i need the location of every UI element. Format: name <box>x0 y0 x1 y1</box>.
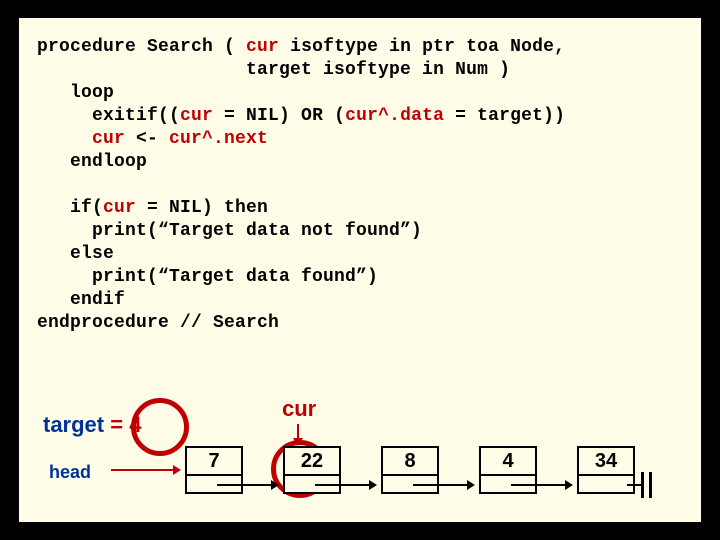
head-label: head <box>49 462 91 483</box>
code-line-5c: <- <box>125 129 169 149</box>
code-line-5a <box>37 129 92 149</box>
nil-terminator <box>641 472 655 496</box>
head-pointer-arrow <box>111 469 179 471</box>
code-token-cur-3: cur <box>92 129 125 149</box>
node-list: 7 22 8 4 34 <box>185 446 635 494</box>
code-line-8: print(“Target data not found”) <box>37 221 422 241</box>
code-line-12: endprocedure // Search <box>37 313 279 333</box>
code-token-cur-2: cur <box>180 106 213 126</box>
code-line-10: print(“Target data found”) <box>37 267 378 287</box>
code-token-cur-1: cur <box>246 37 279 57</box>
code-line-1c: isoftype in ptr toa Node, <box>279 37 565 57</box>
code-line-1a: procedure Search ( <box>37 37 246 57</box>
node-next <box>185 476 243 494</box>
code-line-6: endloop <box>37 152 147 172</box>
list-node: 34 <box>577 446 635 494</box>
list-node: 22 <box>283 446 341 494</box>
code-token-cur-4: cur <box>103 198 136 218</box>
node-data: 4 <box>479 446 537 476</box>
code-line-7c: = NIL) then <box>136 198 268 218</box>
next-arrow <box>511 484 571 486</box>
node-data: 34 <box>577 446 635 476</box>
linked-list-diagram: target = 4 cur head 7 22 8 4 <box>37 384 683 504</box>
code-line-2: target isoftype in Num ) <box>37 60 510 80</box>
node-data: 8 <box>381 446 439 476</box>
target-word: target <box>43 412 104 437</box>
target-value: = 4 <box>104 412 141 437</box>
code-line-9: else <box>37 244 114 264</box>
next-arrow <box>315 484 375 486</box>
cur-label: cur <box>282 396 316 422</box>
slide-frame: procedure Search ( cur isoftype in ptr t… <box>16 15 704 525</box>
cur-pointer-arrow <box>297 424 299 444</box>
next-arrow <box>413 484 473 486</box>
list-node: 8 <box>381 446 439 494</box>
code-token-curdata: cur^.data <box>345 106 444 126</box>
list-node: 4 <box>479 446 537 494</box>
code-line-4e: = target)) <box>444 106 565 126</box>
code-block: procedure Search ( cur isoftype in ptr t… <box>37 36 683 335</box>
node-next <box>577 476 635 494</box>
code-line-4a: exitif(( <box>37 106 180 126</box>
code-line-7a: if( <box>37 198 103 218</box>
code-token-curnext: cur^.next <box>169 129 268 149</box>
node-data: 22 <box>283 446 341 476</box>
target-label: target = 4 <box>43 412 141 438</box>
code-line-4c: = NIL) OR ( <box>213 106 345 126</box>
node-next <box>479 476 537 494</box>
node-data: 7 <box>185 446 243 476</box>
list-node: 7 <box>185 446 243 494</box>
code-line-3: loop <box>37 83 114 103</box>
next-arrow <box>217 484 277 486</box>
code-line-11: endif <box>37 290 125 310</box>
node-next <box>381 476 439 494</box>
node-next <box>283 476 341 494</box>
